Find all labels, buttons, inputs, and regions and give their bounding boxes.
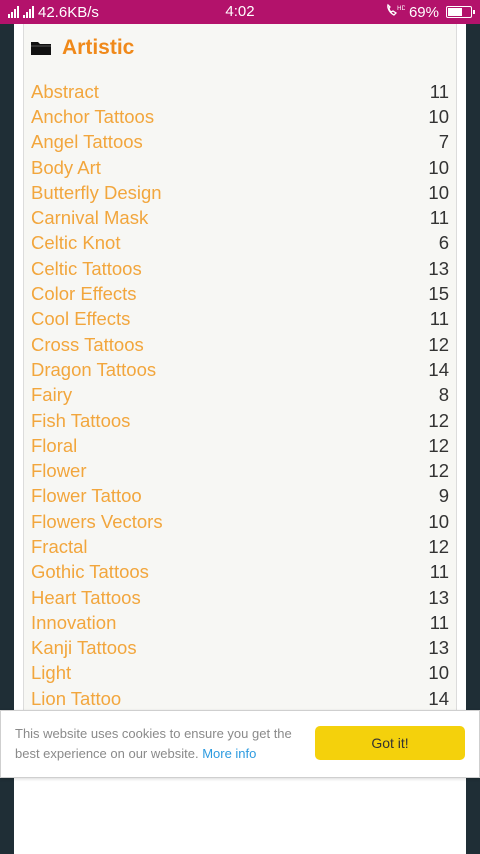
- status-right: HD 69%: [385, 3, 475, 21]
- category-item[interactable]: Body Art 10: [31, 155, 449, 180]
- signal-icon-secondary: [23, 6, 34, 18]
- category-count: 9: [438, 485, 449, 507]
- category-item[interactable]: Angel Tattoos 7: [31, 130, 449, 155]
- category-count: 11: [429, 611, 449, 633]
- category-name-link[interactable]: Cross Tattoos: [31, 334, 144, 356]
- category-item[interactable]: Flower Tattoo 9: [31, 484, 449, 509]
- category-count: 11: [429, 561, 449, 583]
- category-item[interactable]: Flower 12: [31, 458, 449, 483]
- category-name-link[interactable]: Flower Tattoo: [31, 485, 142, 507]
- category-item[interactable]: Anchor Tattoos 10: [31, 104, 449, 129]
- category-count: 6: [438, 232, 449, 254]
- got-it-button[interactable]: Got it!: [315, 726, 465, 760]
- category-name-link[interactable]: Carnival Mask: [31, 207, 148, 229]
- network-speed: 42.6KB/s: [38, 3, 99, 21]
- category-name-link[interactable]: Fairy: [31, 384, 72, 406]
- panel-header: Artistic: [24, 24, 456, 64]
- category-name-link[interactable]: Heart Tattoos: [31, 587, 141, 609]
- hd-call-icon: HD: [385, 3, 406, 21]
- folder-icon: [30, 40, 52, 56]
- more-info-link[interactable]: More info: [202, 746, 256, 761]
- svg-text:HD: HD: [397, 5, 405, 12]
- category-item[interactable]: Celtic Knot 6: [31, 231, 449, 256]
- category-name-link[interactable]: Innovation: [31, 612, 116, 634]
- category-name-link[interactable]: Light: [31, 662, 71, 684]
- category-count: 11: [429, 207, 449, 229]
- category-count: 10: [428, 181, 449, 203]
- category-name-link[interactable]: Lion Tattoo: [31, 688, 121, 710]
- category-panel: Artistic Abstract 11 Anchor Tattoos 10 Angel…: [23, 24, 457, 714]
- category-count: 14: [428, 687, 449, 709]
- category-count: 13: [428, 586, 449, 608]
- category-item[interactable]: Dragon Tattoos 14: [31, 357, 449, 382]
- category-count: 10: [428, 105, 449, 127]
- battery-icon: [446, 6, 475, 18]
- category-name-link[interactable]: Anchor Tattoos: [31, 106, 154, 128]
- category-item[interactable]: Lion Tattoo 14: [31, 686, 449, 711]
- category-name-link[interactable]: Angel Tattoos: [31, 131, 143, 153]
- category-count: 7: [438, 131, 449, 153]
- category-count: 10: [428, 510, 449, 532]
- category-count: 15: [428, 283, 449, 305]
- category-name-link[interactable]: Body Art: [31, 157, 101, 179]
- category-name-link[interactable]: Butterfly Design: [31, 182, 162, 204]
- category-name-link[interactable]: Flowers Vectors: [31, 511, 163, 533]
- category-name-link[interactable]: Abstract: [31, 81, 99, 103]
- category-item[interactable]: Flowers Vectors 10: [31, 509, 449, 534]
- category-count: 10: [428, 662, 449, 684]
- category-item[interactable]: Light 10: [31, 661, 449, 686]
- cookie-banner: This website uses cookies to ensure you …: [0, 710, 480, 778]
- category-count: 12: [428, 333, 449, 355]
- category-item[interactable]: Color Effects 15: [31, 281, 449, 306]
- battery-percent: 69%: [408, 3, 439, 21]
- category-item[interactable]: Cross Tattoos 12: [31, 332, 449, 357]
- status-bar: 42.6KB/s 4:02 HD 69%: [0, 0, 480, 24]
- category-count: 12: [428, 409, 449, 431]
- category-count: 12: [428, 434, 449, 456]
- category-name-link[interactable]: Gothic Tattoos: [31, 561, 149, 583]
- category-item[interactable]: Celtic Tattoos 13: [31, 256, 449, 281]
- category-name-link[interactable]: Floral: [31, 435, 77, 457]
- status-left: 42.6KB/s: [8, 4, 99, 21]
- category-name-link[interactable]: Celtic Knot: [31, 232, 120, 254]
- category-item[interactable]: Abstract 11: [31, 79, 449, 104]
- category-item[interactable]: Kanji Tattoos 13: [31, 636, 449, 661]
- category-count: 12: [428, 535, 449, 557]
- category-name-link[interactable]: Flower: [31, 460, 87, 482]
- category-name-link[interactable]: Fish Tattoos: [31, 410, 130, 432]
- cookie-message-block: This website uses cookies to ensure you …: [15, 724, 315, 764]
- category-name-link[interactable]: Cool Effects: [31, 308, 130, 330]
- category-item[interactable]: Heart Tattoos 13: [31, 585, 449, 610]
- category-name-link[interactable]: Fractal: [31, 536, 88, 558]
- category-name-link[interactable]: Color Effects: [31, 283, 137, 305]
- category-name-link[interactable]: Kanji Tattoos: [31, 637, 137, 659]
- category-count: 11: [429, 308, 449, 330]
- category-count: 10: [428, 156, 449, 178]
- category-item[interactable]: Cool Effects 11: [31, 307, 449, 332]
- category-count: 13: [428, 637, 449, 659]
- category-item[interactable]: Floral 12: [31, 433, 449, 458]
- category-count: 14: [428, 358, 449, 380]
- category-item[interactable]: Innovation 11: [31, 610, 449, 635]
- category-item[interactable]: Carnival Mask 11: [31, 205, 449, 230]
- category-count: 8: [438, 384, 449, 406]
- category-count: 12: [428, 460, 449, 482]
- category-item[interactable]: Fish Tattoos 12: [31, 408, 449, 433]
- category-name-link[interactable]: Celtic Tattoos: [31, 258, 142, 280]
- category-name-link[interactable]: Dragon Tattoos: [31, 359, 156, 381]
- category-item[interactable]: Fractal 12: [31, 534, 449, 559]
- category-item[interactable]: Fairy 8: [31, 383, 449, 408]
- category-item[interactable]: Gothic Tattoos 11: [31, 560, 449, 585]
- category-count: 11: [429, 80, 449, 102]
- category-item[interactable]: Butterfly Design 10: [31, 180, 449, 205]
- signal-icon: [8, 6, 19, 18]
- category-list: Abstract 11 Anchor Tattoos 10 Angel Tattoos 7…: [24, 79, 456, 711]
- panel-title: Artistic: [62, 36, 135, 59]
- category-count: 13: [428, 257, 449, 279]
